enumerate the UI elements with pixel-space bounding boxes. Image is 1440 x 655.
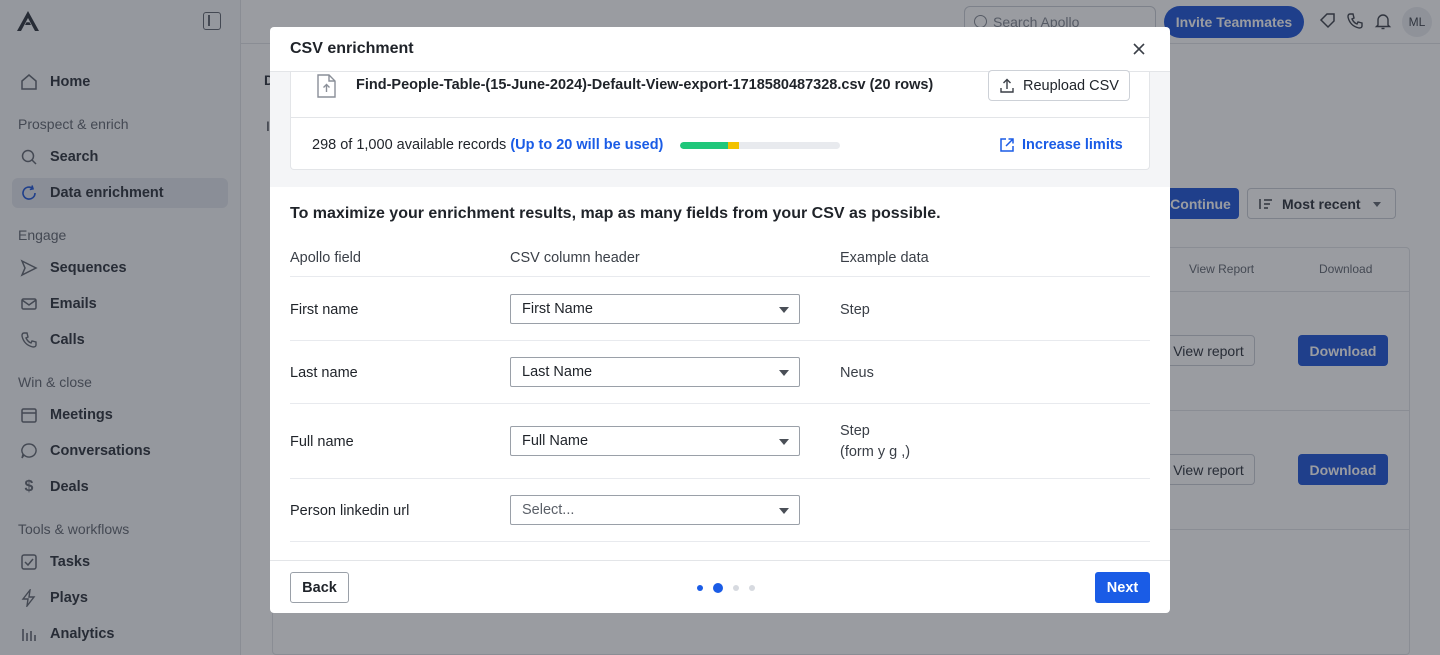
records-count: 298 of 1,000 available records [312,137,507,153]
back-button[interactable]: Back [290,572,349,603]
row-divider [290,340,1150,341]
example-data: Neus [840,365,874,381]
column-header-apollo-field: Apollo field [290,250,361,266]
column-header-csv: CSV column header [510,250,640,266]
file-upload-icon [317,74,336,98]
csv-column-select-last-name[interactable]: Last Name [510,357,800,387]
field-label-last-name: Last name [290,365,358,381]
example-data-line2: (form y g ,) [840,444,911,460]
progress-fill [680,142,728,149]
records-summary: 298 of 1,000 available records (Up to 20… [312,137,663,153]
mapping-instructions: To maximize your enrichment results, map… [290,205,941,222]
field-label-first-name: First name [290,302,359,318]
close-icon[interactable] [1131,41,1147,57]
chevron-down-icon [779,370,789,376]
select-value: Select... [522,502,575,518]
csv-column-select-full-name[interactable]: Full Name [510,426,800,456]
step-indicator [697,583,765,593]
csv-column-select-linkedin-url[interactable]: Select... [510,495,800,525]
modal-footer: Back Next [270,560,1170,613]
records-usage-note: (Up to 20 will be used) [510,137,664,153]
row-divider [290,403,1150,404]
row-divider [290,478,1150,479]
chevron-down-icon [779,439,789,445]
field-label-person-linkedin-url: Person linkedin url [290,503,410,519]
progress-pending-fill [728,142,739,149]
increase-limits-link[interactable]: Increase limits [999,137,1123,153]
step-dot [713,583,723,593]
select-value: Last Name [522,364,593,380]
modal-header: CSV enrichment [270,27,1170,72]
next-button[interactable]: Next [1095,572,1150,603]
reupload-label: Reupload CSV [1023,77,1119,94]
reupload-csv-button[interactable]: Reupload CSV [988,70,1130,101]
example-data: Step [840,302,870,318]
records-progress-bar [680,142,840,149]
card-divider [291,117,1149,118]
step-dot [733,585,739,591]
column-header-example: Example data [840,250,929,266]
field-label-full-name: Full name [290,434,354,450]
chevron-down-icon [779,307,789,313]
row-divider [290,541,1150,542]
row-divider [290,276,1150,277]
file-name: Find-People-Table-(15-June-2024)-Default… [356,77,934,93]
step-dot [697,585,703,591]
select-value: Full Name [522,433,589,449]
file-card: Find-People-Table-(15-June-2024)-Default… [290,70,1150,170]
step-dot [749,585,755,591]
chevron-down-icon [779,508,789,514]
csv-enrichment-modal: CSV enrichment Find-People-Table-(15-Jun… [270,27,1170,613]
upload-icon [1000,78,1014,93]
increase-limits-label: Increase limits [1022,137,1123,153]
example-data: Step [840,423,870,439]
external-link-icon [1000,138,1014,152]
modal-title: CSV enrichment [290,40,414,57]
select-value: First Name [522,301,593,317]
csv-column-select-first-name[interactable]: First Name [510,294,800,324]
